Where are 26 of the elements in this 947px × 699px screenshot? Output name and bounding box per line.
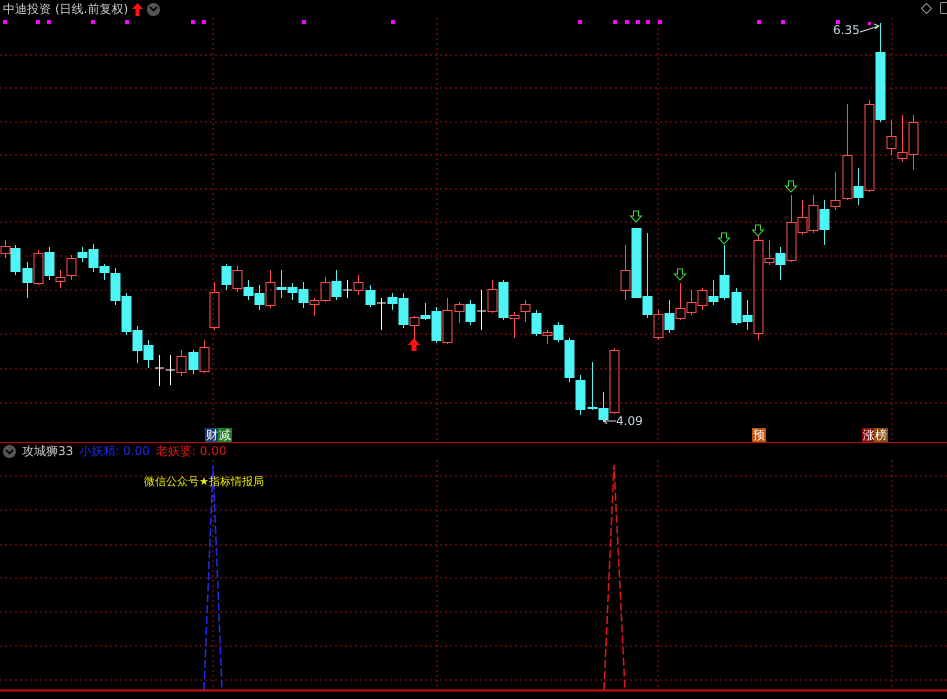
diamond-icon[interactable]	[921, 2, 932, 14]
sell-arrow-icon	[784, 180, 798, 193]
sell-arrow-icon	[717, 232, 731, 245]
period-label: (日线.前复权)	[55, 0, 128, 18]
sell-arrow-icon	[751, 224, 765, 237]
event-tag: 减	[218, 428, 232, 442]
stock-title: 中迪投资	[3, 0, 51, 18]
event-tag: 财	[205, 428, 219, 442]
price-label: 4.09	[616, 414, 643, 428]
indicator-name: 攻城狮33	[22, 443, 74, 460]
up-arrow-icon	[132, 2, 144, 16]
indicator-value: 老妖婆: 0.00	[156, 443, 226, 460]
leader-arrow	[860, 24, 880, 32]
leader-arrow	[603, 418, 616, 424]
collapse-button[interactable]	[3, 445, 16, 458]
buy-arrow-icon	[408, 338, 420, 351]
event-tag: 榜	[874, 428, 888, 442]
event-tag: 预	[752, 428, 766, 442]
collapse-button[interactable]	[147, 2, 160, 16]
price-label: 6.35	[833, 23, 860, 37]
indicator-value: 小妖精: 0.00	[79, 443, 150, 460]
chevron-down-icon	[149, 6, 158, 12]
panel-icon[interactable]	[940, 2, 947, 14]
sell-arrow-icon	[629, 210, 643, 223]
sell-arrow-icon	[673, 268, 687, 281]
chevron-down-icon	[5, 448, 14, 454]
